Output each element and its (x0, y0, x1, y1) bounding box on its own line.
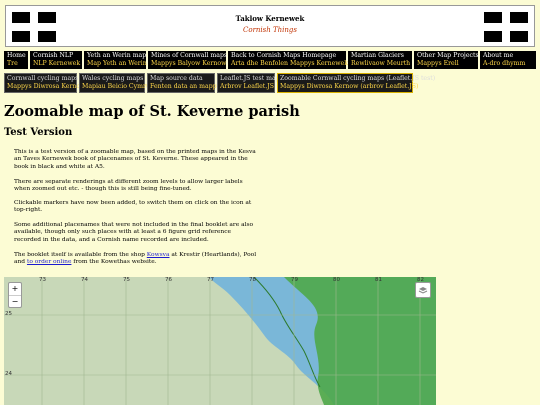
zoomable-map[interactable]: 73 74 75 76 77 78 79 80 81 82 25 24 + − (4, 277, 436, 405)
page-subtitle: Test Version (4, 127, 73, 138)
grid-label-x: 80 (333, 277, 340, 283)
nav-about[interactable]: About me A-dro dhymm (480, 51, 536, 69)
site-title: Taklow Kernewek (235, 14, 305, 23)
kowsva-link[interactable]: Kowsva (147, 252, 170, 258)
markers-paragraph: Clickable markers have now been added, t… (14, 200, 252, 214)
nav-mines[interactable]: Mines of Cornwall maps Mappys Balyow Kern… (148, 51, 227, 69)
nav-other-maps[interactable]: Other Map Projects Mappys Erell (414, 51, 479, 69)
grid-label-x: 79 (291, 277, 298, 283)
nav-cornish-maps-home[interactable]: Back to Cornish Maps Homepage Arta dhe Be… (228, 51, 348, 69)
grid-label-x: 76 (165, 277, 172, 283)
map-canvas (4, 277, 436, 405)
grid-label-x: 77 (207, 277, 214, 283)
grid-label-x: 74 (81, 277, 88, 283)
zoom-out-button[interactable]: − (9, 296, 21, 308)
subnav-leaflet-tests[interactable]: Leaflet.JS test maps Arbrov Leaflet.JS (217, 73, 283, 93)
site-subtitle: Cornish Things (243, 26, 297, 34)
subnav-zoomable-cycling[interactable]: Zoomable Cornwall cycling maps (Leaflet.… (277, 73, 435, 93)
site-header: Taklow Kernewek Cornish Things (5, 5, 535, 47)
page-title: Zoomable map of St. Keverne parish (4, 103, 300, 120)
nav-martian-glaciers[interactable]: Martian Glaciers Rewlivaow Meurth (348, 51, 412, 69)
subnav-map-source[interactable]: Map source data Fenten data an mappys (147, 73, 223, 93)
subnav-cornwall-cycling[interactable]: Cornwall cycling maps Mappys Diwrosa Kern… (4, 73, 85, 93)
order-online-link[interactable]: to order online (27, 259, 71, 265)
layers-icon[interactable] (415, 282, 431, 298)
zoom-in-button[interactable]: + (9, 283, 21, 296)
grid-label-y: 24 (5, 371, 12, 377)
zoom-levels-paragraph: There are separate renderings at differe… (14, 179, 243, 193)
cornish-flag-icon (484, 12, 528, 42)
grid-label-x: 75 (123, 277, 130, 283)
grid-label-x: 81 (375, 277, 382, 283)
nav-cornish-nlp[interactable]: Cornish NLP NLP Kernewek (30, 51, 82, 69)
grid-label-y: 25 (5, 311, 12, 317)
nav-home[interactable]: Home Tre (4, 51, 28, 69)
zoom-control: + − (8, 282, 22, 308)
intro-paragraph: This is a test version of a zoomable map… (14, 149, 256, 170)
grid-label-x: 73 (39, 277, 46, 283)
nav-yeth-an-werin[interactable]: Yeth an Werin map Map Yeth an Werin (84, 51, 147, 69)
grid-label-x: 78 (249, 277, 256, 283)
subnav-wales-cycling[interactable]: Wales cycling maps Mapiau Beicio Cymru (79, 73, 150, 93)
booklet-paragraph: The booklet itself is available from the… (14, 252, 257, 266)
additional-names-paragraph: Some additional placenames that were not… (14, 222, 254, 243)
